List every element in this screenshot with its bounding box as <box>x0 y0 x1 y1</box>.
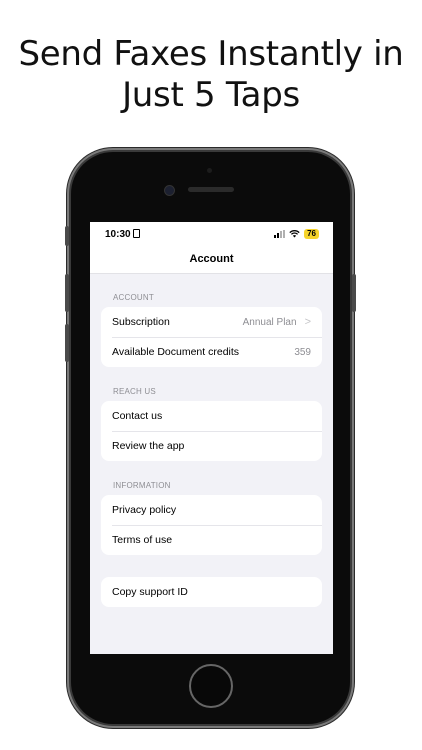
copy-support-id-row[interactable]: Copy support ID <box>101 577 322 607</box>
headline-line-1: Send Faxes Instantly in <box>18 34 404 74</box>
account-group: Subscription Annual Plan > Available Doc… <box>101 307 322 367</box>
document-credits-value: 359 <box>294 346 311 358</box>
power-button <box>352 274 356 312</box>
terms-of-use-label: Terms of use <box>112 534 173 546</box>
document-credits-row: Available Document credits 359 <box>101 337 322 367</box>
battery-indicator: 76 <box>304 229 319 239</box>
marketing-headline: Send Faxes Instantly in Just 5 Taps <box>0 34 422 116</box>
phone-frame: 10:30 76 Account ACCOUNT Subscription An… <box>65 152 356 724</box>
volume-up-button <box>65 274 69 312</box>
terms-of-use-row[interactable]: Terms of use <box>101 525 322 555</box>
reach-us-group: Contact us Review the app <box>101 401 322 461</box>
section-title-account: ACCOUNT <box>113 293 154 302</box>
volume-down-button <box>65 324 69 362</box>
phone-screen: 10:30 76 Account ACCOUNT Subscription An… <box>90 222 333 654</box>
status-bar: 10:30 76 <box>90 222 333 248</box>
contact-us-row[interactable]: Contact us <box>101 401 322 431</box>
document-credits-label: Available Document credits <box>112 346 240 358</box>
contact-us-label: Contact us <box>112 410 163 422</box>
earpiece-speaker <box>188 187 234 192</box>
review-app-label: Review the app <box>112 440 185 452</box>
proximity-sensor <box>207 168 212 173</box>
mute-switch <box>65 226 69 246</box>
section-title-information: INFORMATION <box>113 481 171 490</box>
front-camera-icon <box>164 185 175 196</box>
privacy-policy-label: Privacy policy <box>112 504 177 516</box>
status-time: 10:30 <box>105 229 140 240</box>
section-title-reach-us: REACH US <box>113 387 156 396</box>
copy-support-id-label: Copy support ID <box>112 586 188 598</box>
chevron-right-icon: > <box>304 316 311 328</box>
subscription-value: Annual Plan <box>242 316 297 328</box>
home-button[interactable] <box>189 664 233 708</box>
nav-title: Account <box>90 248 333 274</box>
privacy-policy-row[interactable]: Privacy policy <box>101 495 322 525</box>
subscription-label: Subscription <box>112 316 170 328</box>
wifi-icon <box>289 230 300 238</box>
status-icons: 76 <box>274 229 319 239</box>
cellular-signal-icon <box>274 230 286 238</box>
support-group: Copy support ID <box>101 577 322 607</box>
subscription-row[interactable]: Subscription Annual Plan > <box>101 307 322 337</box>
sim-icon <box>132 229 140 238</box>
review-app-row[interactable]: Review the app <box>101 431 322 461</box>
headline-line-2: Just 5 Taps <box>122 75 300 115</box>
information-group: Privacy policy Terms of use <box>101 495 322 555</box>
